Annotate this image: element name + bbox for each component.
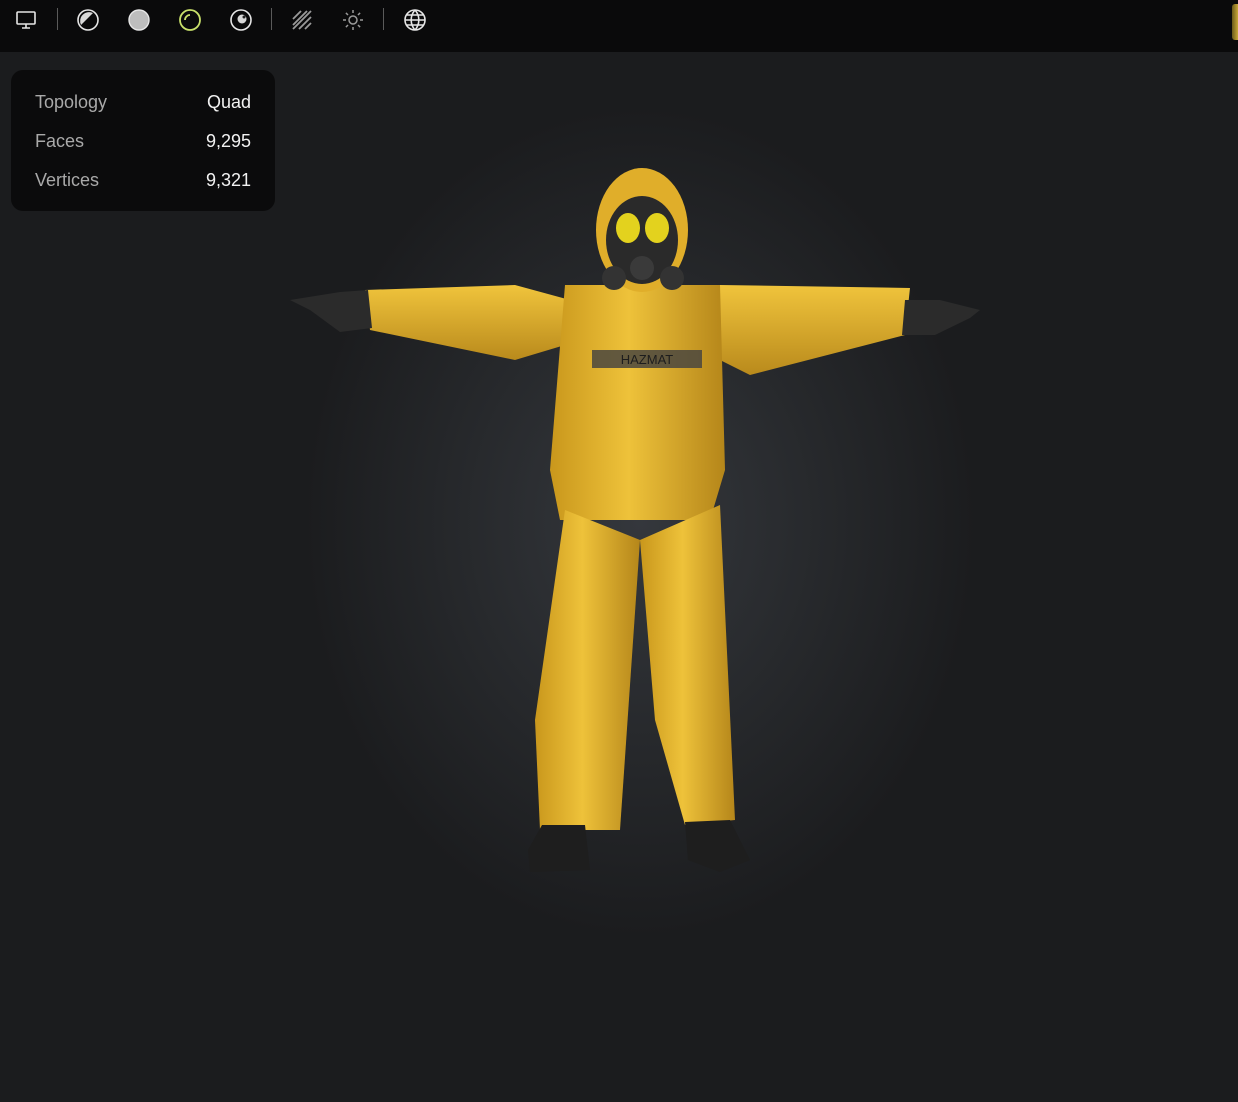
faces-row: Faces 9,295: [35, 129, 251, 153]
outline-sphere-icon[interactable]: [176, 6, 204, 34]
faces-label: Faces: [35, 130, 85, 151]
faces-value: 9,295: [205, 130, 251, 151]
glossy-sphere-icon[interactable]: [227, 6, 255, 34]
hazmat-suit-model: HAZMAT: [290, 168, 980, 872]
toolbar-divider: [271, 8, 272, 30]
topology-value: Quad: [206, 91, 251, 112]
topology-row: Topology Quad: [35, 90, 251, 114]
viewer-toolbar: [0, 0, 1238, 52]
toolbar-divider: [57, 8, 58, 30]
chest-label-text: HAZMAT: [621, 352, 674, 367]
globe-icon[interactable]: [401, 6, 429, 34]
vertices-value: 9,321: [205, 169, 251, 190]
vertices-label: Vertices: [35, 169, 100, 190]
mesh-stats-panel: Topology Quad Faces 9,295 Vertices 9,321: [11, 70, 275, 211]
monitor-icon[interactable]: [12, 6, 40, 34]
vertices-row: Vertices 9,321: [35, 168, 251, 192]
topology-label: Topology: [35, 91, 108, 112]
hatch-pattern-icon[interactable]: [288, 6, 316, 34]
toolbar-divider: [383, 8, 384, 30]
solid-sphere-icon[interactable]: [125, 6, 153, 34]
sun-icon[interactable]: [339, 6, 367, 34]
side-panel-handle[interactable]: [1232, 4, 1238, 40]
half-shaded-sphere-icon[interactable]: [74, 6, 102, 34]
